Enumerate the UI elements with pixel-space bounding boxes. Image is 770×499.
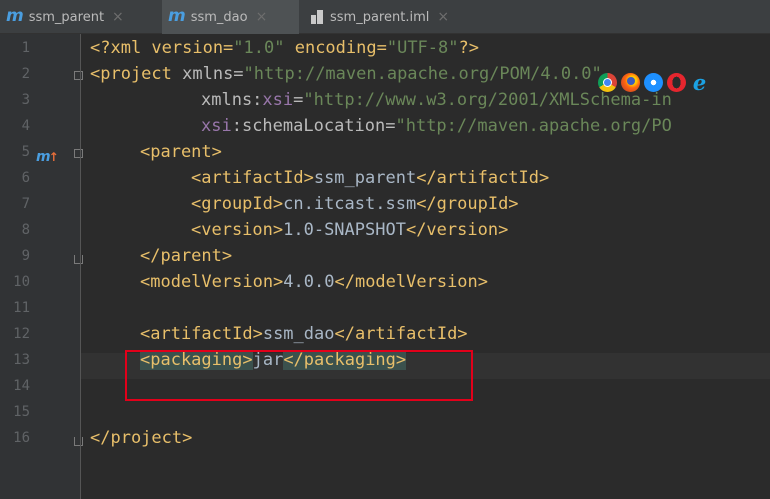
tab-label: ssm_dao — [190, 9, 248, 25]
line-number-gutter: 1 2 3 4 5 6 7 8 9 10 11 12 13 14 15 16 — [0, 34, 83, 499]
firefox-icon[interactable] — [621, 73, 640, 92]
line-number: 5 — [21, 144, 30, 160]
line-number: 2 — [21, 66, 30, 82]
code-line-9: </parent> — [140, 246, 233, 266]
code-line-6: <artifactId>ssm_parent</artifactId> — [191, 168, 550, 188]
line-number: 10 — [13, 274, 30, 290]
code-line-1: <?xml version="1.0" encoding="UTF-8"?> — [90, 38, 479, 58]
line-number: 16 — [13, 430, 30, 446]
tab-ssm-parent-iml[interactable]: ssm_parent.iml × — [305, 0, 495, 34]
annotation-highlight-box — [125, 350, 473, 401]
code-editor[interactable]: <?xml version="1.0" encoding="UTF-8"?> <… — [81, 34, 770, 499]
tab-label: ssm_parent — [28, 9, 105, 25]
line-number: 1 — [21, 40, 30, 56]
maven-m-icon: m — [168, 6, 186, 26]
code-line-5: <parent> — [140, 142, 222, 162]
line-number: 12 — [13, 326, 30, 342]
line-number: 6 — [21, 170, 30, 186]
maven-m-icon: m — [6, 6, 24, 26]
line-number: 9 — [21, 248, 30, 264]
maven-parent-override-icon[interactable]: m↑ — [36, 149, 59, 165]
line-number: 3 — [21, 92, 30, 108]
code-line-7: <groupId>cn.itcast.ssm</groupId> — [191, 194, 519, 214]
editor-tab-bar: m ssm_parent × m ssm_dao × ssm_parent.im… — [0, 0, 770, 34]
ie-icon[interactable]: e — [690, 72, 709, 93]
code-line-12: <artifactId>ssm_dao</artifactId> — [140, 324, 468, 344]
tab-ssm-dao[interactable]: m ssm_dao × — [162, 0, 299, 34]
code-line-10: <modelVersion>4.0.0</modelVersion> — [140, 272, 489, 292]
code-line-4: xsi:schemaLocation="http://maven.apache.… — [201, 116, 672, 136]
line-number: 11 — [13, 300, 30, 316]
chrome-icon[interactable] — [598, 73, 617, 92]
close-icon[interactable]: × — [256, 9, 268, 25]
line-number: 13 — [13, 352, 30, 368]
close-icon[interactable]: × — [112, 9, 124, 25]
code-line-8: <version>1.0-SNAPSHOT</version> — [191, 220, 509, 240]
iml-module-icon — [311, 10, 323, 24]
line-number: 14 — [13, 378, 30, 394]
safari-icon[interactable] — [644, 73, 663, 92]
tab-label: ssm_parent.iml — [330, 9, 430, 25]
line-number: 15 — [13, 404, 30, 420]
line-number: 4 — [21, 118, 30, 134]
line-number: 8 — [21, 222, 30, 238]
code-line-16: </project> — [90, 428, 193, 448]
opera-icon[interactable] — [667, 73, 686, 92]
code-line-2: <project xmlns="http://maven.apache.org/… — [90, 64, 602, 84]
close-icon[interactable]: × — [437, 9, 449, 25]
open-in-browser-toolbar: e — [598, 72, 709, 93]
tab-ssm-parent[interactable]: m ssm_parent × — [0, 0, 162, 34]
line-number: 7 — [21, 196, 30, 212]
